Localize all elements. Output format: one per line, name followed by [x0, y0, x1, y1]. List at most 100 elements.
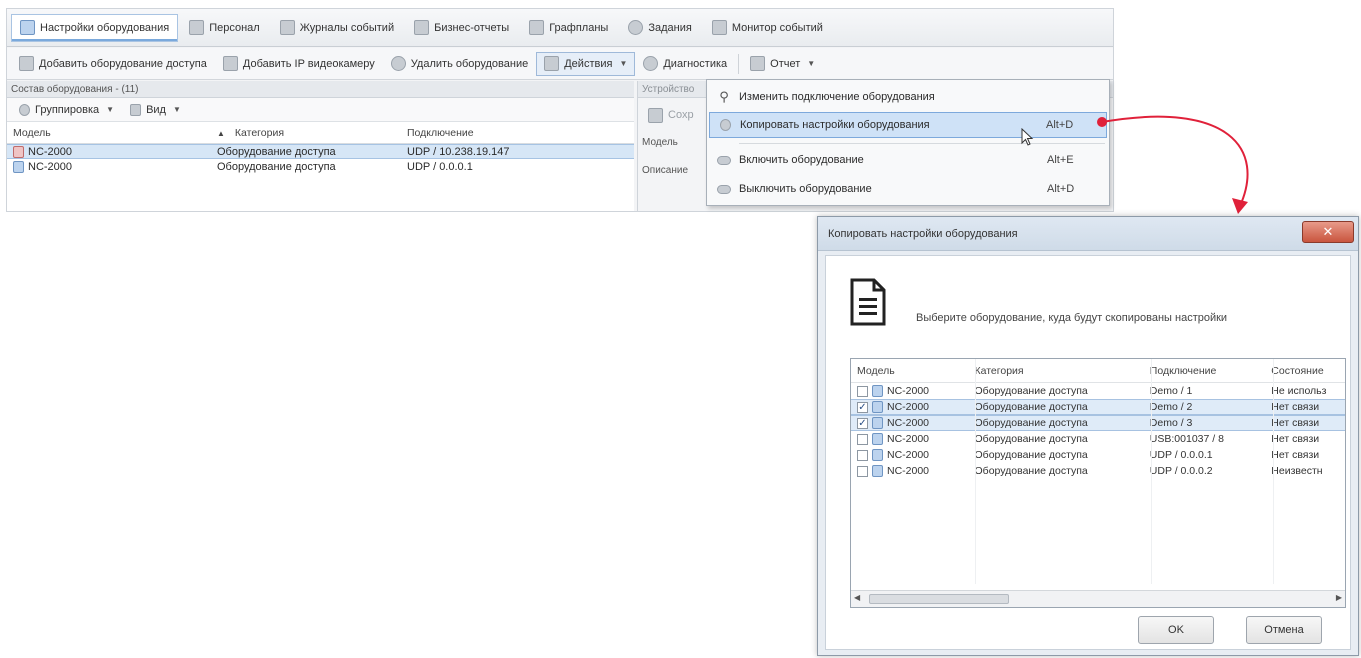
cancel-button[interactable]: Отмена — [1246, 616, 1322, 644]
controller-icon — [13, 145, 24, 158]
button-label: Группировка — [35, 103, 100, 116]
plug-icon: ⚲ — [719, 89, 729, 104]
menu-item-label: Копировать настройки оборудования — [740, 119, 930, 131]
add-ip-camera-button[interactable]: Добавить IP видеокамеру — [215, 52, 383, 76]
copy-settings-icon — [719, 119, 731, 131]
tab-event-monitor[interactable]: Монитор событий — [703, 14, 832, 42]
dialog-title: Копировать настройки оборудования — [828, 228, 1018, 240]
tab-hardware-settings[interactable]: Настройки оборудования — [11, 13, 179, 42]
menu-item-disable-hardware[interactable]: Выключить оборудование Alt+D — [709, 176, 1107, 202]
cell-state: Нет связи — [1271, 401, 1320, 413]
copy-settings-dialog: Копировать настройки оборудования ✕ Выбе… — [817, 216, 1359, 656]
tab-event-logs[interactable]: Журналы событий — [271, 14, 403, 42]
cell-category: Оборудование доступа — [974, 449, 1088, 461]
delete-icon — [390, 56, 406, 71]
floorplan-icon — [529, 20, 545, 35]
document-icon — [850, 278, 886, 326]
chevron-down-icon: ▼ — [807, 59, 816, 68]
column-header-model[interactable]: Модель — [7, 127, 217, 139]
row-checkbox[interactable] — [857, 449, 868, 461]
column-header-state[interactable]: Состояние — [1271, 365, 1345, 377]
toggle-off-icon — [717, 184, 731, 194]
controller-icon — [872, 417, 883, 429]
menu-item-label: Выключить оборудование — [739, 183, 872, 195]
cell-category: Оборудование доступа — [974, 401, 1088, 413]
button-label: Сохр — [668, 109, 694, 121]
target-hardware-list: Модель Категория Подключение Состояние N… — [850, 358, 1346, 608]
hardware-list-pane: Состав оборудования - (11) Группировка ▼… — [7, 81, 634, 211]
cell-connection: UDP / 0.0.0.2 — [1149, 465, 1213, 477]
camera-icon — [222, 56, 238, 71]
table-row[interactable]: NC-2000 Оборудование доступа UDP / 10.23… — [7, 144, 634, 159]
column-header-connection[interactable]: Подключение — [1150, 365, 1272, 377]
column-header-model[interactable]: Модель — [851, 365, 975, 377]
table-row[interactable]: NC-2000 Оборудование доступа UDP / 0.0.0… — [7, 159, 634, 174]
column-header-category[interactable]: ▲ Категория — [217, 127, 407, 139]
cell-model: NC-2000 — [28, 145, 73, 158]
cell-connection: Demo / 1 — [1149, 385, 1193, 397]
list-item[interactable]: ✓ NC-2000 Оборудование доступа Demo / 2 Н… — [851, 399, 1345, 415]
column-label: Категория — [234, 126, 285, 139]
actions-menu: ⚲ Изменить подключение оборудования Копи… — [706, 79, 1110, 206]
scrollbar-thumb[interactable] — [869, 594, 1009, 604]
event-monitor-icon — [711, 20, 727, 35]
button-label: Вид — [146, 103, 166, 116]
hardware-grid-header: Модель ▲ Категория Подключение — [7, 122, 634, 144]
delete-hardware-button[interactable]: Удалить оборудование — [383, 52, 536, 76]
column-divider — [975, 359, 976, 584]
tab-tasks[interactable]: Задания — [619, 14, 700, 42]
cell-category: Оборудование доступа — [217, 145, 336, 158]
actions-dropdown-button[interactable]: Действия ▼ — [536, 51, 636, 76]
grouping-button[interactable]: Группировка ▼ — [11, 98, 122, 122]
cell-connection: UDP / 0.0.0.1 — [407, 160, 473, 173]
button-label: Действия — [564, 57, 613, 70]
view-button[interactable]: Вид ▼ — [122, 98, 189, 122]
chevron-down-icon: ▼ — [172, 105, 181, 114]
list-item[interactable]: NC-2000 Оборудование доступа Demo / 1 Не… — [851, 383, 1345, 399]
scroll-left-icon[interactable]: ◀ — [854, 593, 860, 602]
row-checkbox[interactable]: ✓ — [857, 401, 868, 413]
row-checkbox[interactable] — [857, 385, 868, 397]
row-checkbox[interactable] — [857, 465, 868, 477]
menu-item-copy-settings[interactable]: Копировать настройки оборудования Alt+D — [709, 112, 1107, 138]
ok-button[interactable]: OK — [1138, 616, 1214, 644]
cell-category: Оборудование доступа — [974, 385, 1088, 397]
list-item[interactable]: NC-2000 Оборудование доступа UDP / 0.0.0… — [851, 447, 1345, 463]
controller-icon — [872, 401, 883, 413]
dialog-titlebar: Копировать настройки оборудования ✕ — [818, 217, 1358, 251]
dialog-body: Выберите оборудование, куда будут скопир… — [825, 255, 1351, 650]
diagnostics-button[interactable]: Диагностика — [635, 52, 735, 76]
add-access-hardware-button[interactable]: Добавить оборудование доступа — [11, 52, 215, 76]
controller-icon — [872, 449, 883, 461]
column-header-connection[interactable]: Подключение — [407, 127, 627, 139]
save-button[interactable]: Сохр — [640, 103, 702, 127]
view-icon — [130, 103, 142, 116]
cell-model: NC-2000 — [28, 160, 73, 173]
menu-item-label: Включить оборудование — [739, 154, 864, 166]
tab-label: Монитор событий — [731, 21, 823, 34]
menu-item-enable-hardware[interactable]: Включить оборудование Alt+E — [709, 147, 1107, 173]
horizontal-scrollbar[interactable]: ◀ ▶ — [851, 590, 1345, 607]
list-item[interactable]: NC-2000 Оборудование доступа UDP / 0.0.0… — [851, 463, 1345, 479]
button-label: Добавить оборудование доступа — [39, 57, 207, 70]
tab-staff[interactable]: Персонал — [180, 14, 269, 42]
save-icon — [648, 107, 663, 123]
menu-item-change-connection[interactable]: ⚲ Изменить подключение оборудования — [709, 84, 1107, 110]
close-button[interactable]: ✕ — [1302, 221, 1354, 243]
tab-floorplans[interactable]: Графпланы — [520, 14, 617, 42]
tab-business-reports[interactable]: Бизнес-отчеты — [405, 14, 518, 42]
list-item[interactable]: ✓ NC-2000 Оборудование доступа Demo / 3 Н… — [851, 415, 1345, 431]
column-header-category[interactable]: Категория — [975, 365, 1150, 377]
scroll-right-icon[interactable]: ▶ — [1336, 593, 1342, 602]
row-checkbox[interactable]: ✓ — [857, 417, 868, 429]
cell-connection: UDP / 0.0.0.1 — [1149, 449, 1213, 461]
cell-model: NC-2000 — [887, 449, 930, 461]
cell-connection: Demo / 3 — [1149, 417, 1193, 429]
row-checkbox[interactable] — [857, 433, 868, 445]
button-label: Добавить IP видеокамеру — [242, 57, 375, 70]
report-dropdown-button[interactable]: Отчет ▼ — [742, 52, 823, 76]
list-item[interactable]: NC-2000 Оборудование доступа USB:001037 … — [851, 431, 1345, 447]
description-label: Описание — [642, 165, 689, 176]
add-hardware-icon — [19, 56, 34, 71]
column-divider — [1273, 359, 1274, 584]
